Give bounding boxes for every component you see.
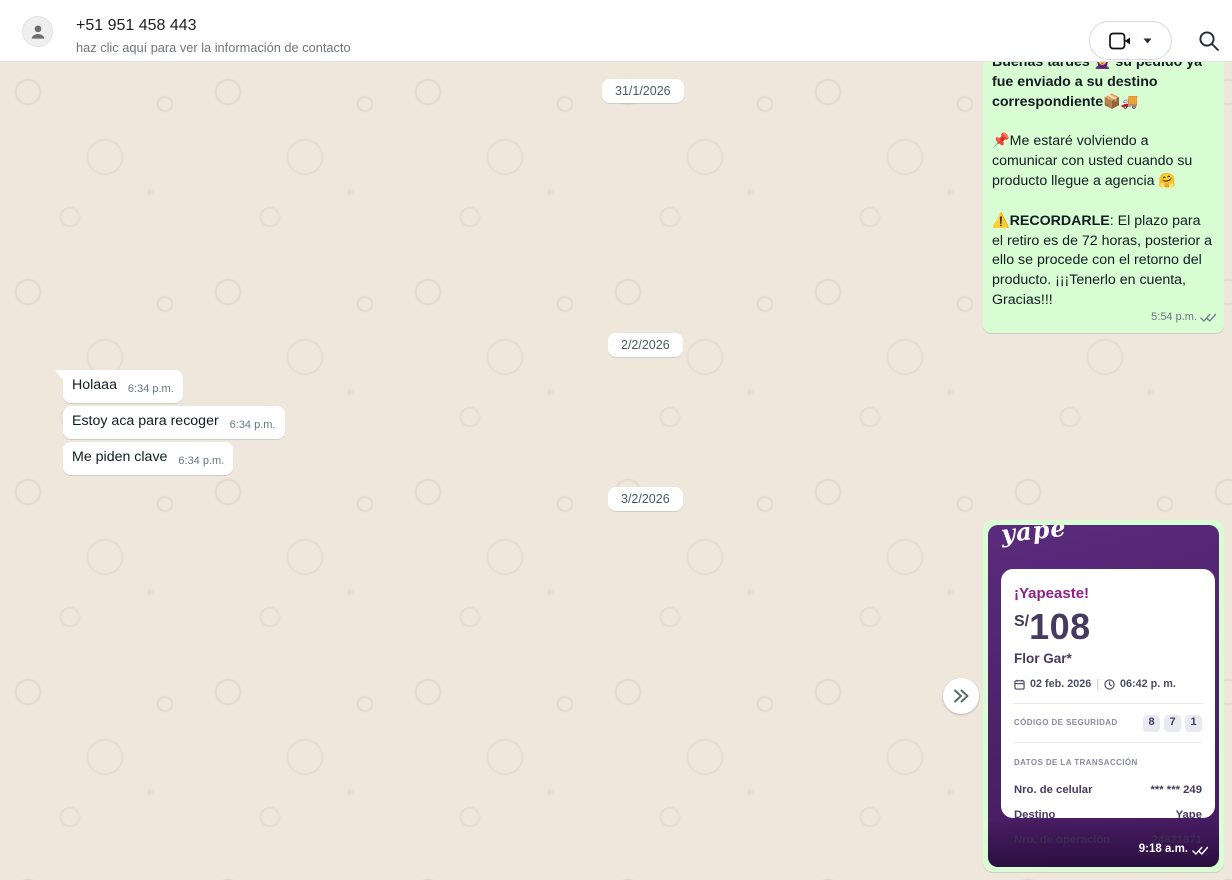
message-time: 6:34 p.m. (178, 452, 224, 472)
incoming-message[interactable]: Estoy aca para recoger 6:34 p.m. (63, 406, 285, 439)
outgoing-message-receipt[interactable]: yape ¡Yapeaste! S/ 108 Flor Gar* 02 feb.… (983, 520, 1224, 872)
chat-header: +51 951 458 443 haz clic aquí para ver l… (0, 0, 1232, 62)
search-icon (1198, 30, 1220, 52)
contact-name: +51 951 458 443 (76, 17, 197, 35)
message-meta: 9:18 a.m. (1139, 840, 1208, 860)
receipt-date: 02 feb. 2026 (1030, 675, 1091, 695)
message-text: Me piden clave (72, 448, 167, 468)
row-label: Nro. de celular (1014, 781, 1092, 801)
message-time: 6:34 p.m. (230, 416, 276, 436)
yape-logo: yape (1000, 525, 1067, 544)
security-code-label: CÓDIGO DE SEGURIDAD (1014, 713, 1118, 733)
security-digit: 1 (1185, 715, 1202, 732)
receipt-card: ¡Yapeaste! S/ 108 Flor Gar* 02 feb. 2026… (1001, 569, 1215, 818)
message-time: 9:18 a.m. (1139, 840, 1188, 860)
chat-message-area: Buenas tardes 🧕 su pedido ya fue enviado… (0, 62, 1232, 880)
security-digit: 7 (1164, 715, 1181, 732)
message-time: 5:54 p.m. (1151, 308, 1197, 328)
message-text: Estoy aca para recoger (72, 412, 219, 432)
forward-message-button[interactable] (943, 678, 979, 714)
separator: | (1096, 675, 1099, 695)
receipt-datetime: 02 feb. 2026 | 06:42 p. m. (1014, 675, 1202, 695)
double-check-icon (1200, 312, 1216, 323)
receipt-amount: S/ 108 (1014, 609, 1202, 645)
transaction-row: Nro. de celular *** *** 249 (1014, 781, 1202, 801)
message-text: Holaaa (72, 376, 117, 396)
receipt-hour: 06:42 p. m. (1120, 675, 1176, 695)
video-camera-icon (1109, 32, 1132, 50)
chevron-down-icon (1143, 38, 1152, 44)
message-meta: 5:54 p.m. (1151, 308, 1216, 328)
incoming-message[interactable]: Holaaa 6:34 p.m. (63, 370, 183, 403)
message-paragraph: 📌Me estaré volviendo a comunicar con ust… (992, 132, 1215, 191)
yape-receipt-image[interactable]: yape ¡Yapeaste! S/ 108 Flor Gar* 02 feb.… (988, 525, 1219, 867)
contact-info-button[interactable]: +51 951 458 443 haz clic aquí para ver l… (12, 0, 532, 62)
row-value: *** *** 249 (1150, 781, 1202, 801)
security-code-row: CÓDIGO DE SEGURIDAD 8 7 1 (1014, 713, 1202, 733)
receipt-title: ¡Yapeaste! (1014, 584, 1202, 604)
forward-icon (952, 688, 971, 704)
outgoing-message-announcement[interactable]: Buenas tardes 🧕 su pedido ya fue enviado… (983, 62, 1224, 333)
security-digit: 8 (1143, 715, 1160, 732)
security-code-digits: 8 7 1 (1143, 715, 1202, 732)
video-call-button[interactable] (1089, 21, 1172, 60)
transaction-data-label: DATOS DE LA TRANSACCIÓN (1014, 753, 1202, 773)
message-paragraph: Buenas tardes 🧕 su pedido ya fue enviado… (992, 62, 1215, 112)
incoming-message[interactable]: Me piden clave 6:34 p.m. (63, 442, 233, 475)
recipient-name: Flor Gar* (1014, 649, 1202, 669)
divider (1014, 703, 1202, 704)
message-time: 6:34 p.m. (128, 380, 174, 400)
message-paragraph: ⚠️RECORDARLE: El plazo para el retiro es… (992, 212, 1215, 311)
avatar[interactable] (22, 16, 53, 47)
divider (1014, 742, 1202, 743)
double-check-icon (1192, 845, 1208, 856)
search-button[interactable] (1196, 28, 1222, 54)
contact-subtitle: haz clic aquí para ver la información de… (76, 40, 351, 55)
date-separator: 2/2/2026 (608, 333, 683, 357)
currency-symbol: S/ (1014, 612, 1029, 632)
date-separator: 3/2/2026 (608, 487, 683, 511)
person-icon (28, 22, 48, 42)
clock-icon (1104, 679, 1115, 690)
calendar-icon (1014, 679, 1025, 690)
date-separator: 31/1/2026 (602, 79, 684, 103)
amount-value: 108 (1029, 609, 1091, 645)
